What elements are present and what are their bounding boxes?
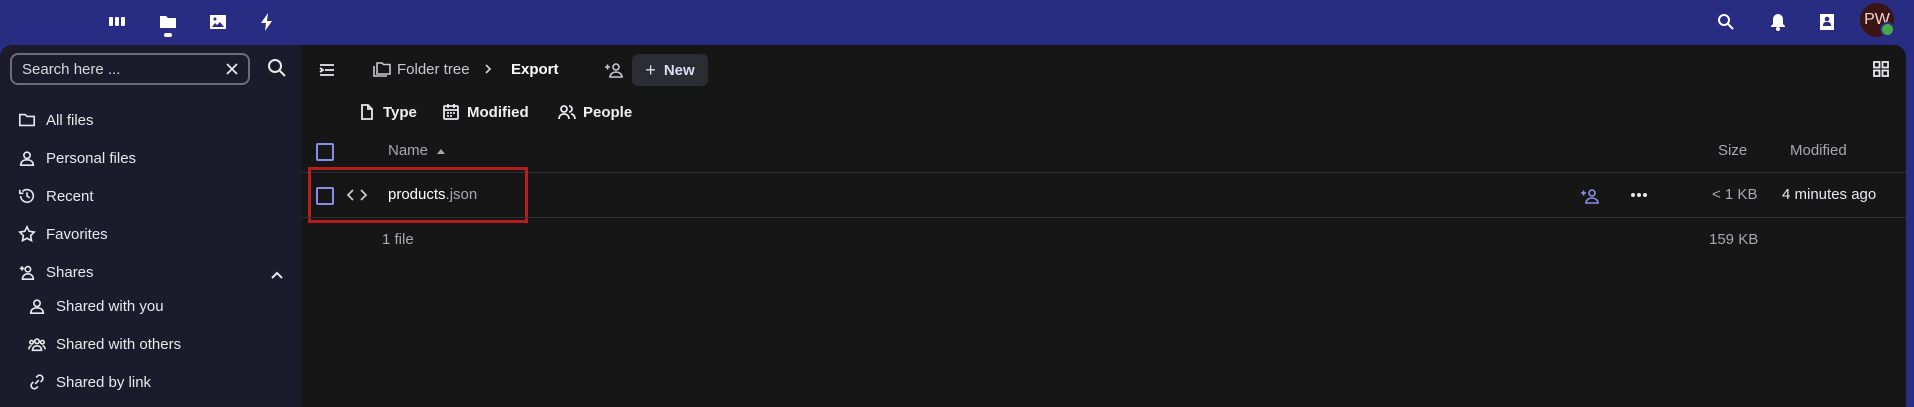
sort-ascending-icon	[437, 148, 446, 154]
folder-tree-icon	[373, 62, 391, 77]
breadcrumb-folder-tree[interactable]: Folder tree	[397, 61, 470, 78]
sidebar-item-label: Shares	[46, 263, 94, 281]
active-app-indicator	[164, 33, 172, 37]
sidebar-item-label: Shared by link	[56, 373, 152, 391]
contacts-icon[interactable]	[1813, 8, 1841, 36]
share-add-icon[interactable]	[604, 60, 624, 80]
chevron-up-icon[interactable]	[268, 267, 286, 285]
sidebar-item-label: All files	[46, 111, 94, 129]
share-add-icon	[19, 265, 35, 281]
files-folder-icon[interactable]	[154, 8, 182, 36]
main-content: Folder tree Export + New Type Modified P…	[302, 45, 1906, 407]
sidebar-item-label: Shared with you	[56, 297, 164, 315]
filter-modified-label: Modified	[467, 103, 529, 121]
sidebar-item-recent[interactable]: Recent	[18, 181, 94, 211]
sidebar: Search here ... All files Personal files…	[0, 45, 302, 407]
file-type-icon	[361, 104, 373, 120]
search-input[interactable]: Search here ...	[10, 53, 250, 85]
sidebar-item-favorites[interactable]: Favorites	[18, 219, 108, 249]
star-icon	[18, 225, 36, 243]
photos-icon[interactable]	[204, 8, 232, 36]
sidebar-item-label: Shared with others	[56, 335, 182, 353]
grid-view-icon[interactable]	[1872, 60, 1890, 78]
total-size-summary: 159 KB	[1709, 231, 1759, 248]
new-button[interactable]: + New	[632, 54, 708, 86]
history-icon	[18, 188, 35, 204]
notifications-bell-icon[interactable]	[1764, 8, 1792, 36]
filter-modified[interactable]: Modified	[442, 101, 529, 123]
online-status-dot	[1880, 22, 1895, 37]
column-header-name[interactable]: Name	[388, 142, 446, 159]
people-icon	[558, 105, 576, 120]
sidebar-item-shared-with-you[interactable]: Shared with you	[28, 291, 164, 321]
file-size: < 1 KB	[1712, 186, 1758, 203]
breadcrumb-current[interactable]: Export	[511, 61, 559, 78]
activity-lightning-icon[interactable]	[253, 8, 281, 36]
people-icon	[28, 338, 46, 352]
column-header-modified[interactable]: Modified	[1790, 142, 1847, 159]
clear-search-icon[interactable]	[224, 61, 240, 77]
sidebar-item-shares[interactable]: Shares	[18, 257, 94, 287]
more-actions-icon[interactable]	[1630, 192, 1648, 198]
sidebar-item-personal-files[interactable]: Personal files	[18, 143, 136, 173]
dashboard-icon[interactable]	[103, 8, 131, 36]
search-icon[interactable]	[1712, 8, 1740, 36]
person-icon	[29, 299, 45, 315]
filter-people-label: People	[583, 103, 633, 121]
selection-highlight	[308, 167, 528, 223]
share-add-icon[interactable]	[1580, 186, 1600, 206]
sidebar-item-label: Recent	[46, 187, 94, 205]
divider	[302, 172, 1906, 173]
file-count-summary: 1 file	[382, 231, 414, 248]
sidebar-search-icon[interactable]	[266, 57, 288, 79]
person-icon	[19, 151, 35, 167]
sidebar-item-shared-by-link[interactable]: Shared by link	[28, 367, 151, 397]
new-button-label: New	[663, 61, 695, 79]
divider	[302, 217, 1906, 218]
sidebar-item-all-files[interactable]: All files	[18, 105, 94, 135]
search-placeholder: Search here ...	[22, 61, 121, 78]
toggle-sidebar-icon[interactable]	[318, 61, 336, 79]
file-modified: 4 minutes ago	[1782, 186, 1877, 203]
calendar-icon	[443, 104, 459, 120]
filter-type-label: Type	[383, 103, 417, 121]
top-navigation-bar: PW	[0, 0, 1914, 45]
chevron-right-icon	[485, 64, 492, 74]
user-avatar[interactable]: PW	[1860, 3, 1895, 37]
plus-icon: +	[645, 59, 656, 80]
sidebar-item-label: Favorites	[46, 225, 108, 243]
filter-type[interactable]: Type	[358, 101, 417, 123]
column-header-name-label: Name	[388, 142, 429, 159]
link-icon	[30, 374, 44, 390]
select-all-checkbox[interactable]	[316, 143, 334, 161]
folder-icon	[18, 113, 36, 127]
column-header-size[interactable]: Size	[1718, 142, 1747, 159]
sidebar-item-shared-with-others[interactable]: Shared with others	[28, 329, 181, 359]
sidebar-item-label: Personal files	[46, 149, 137, 167]
filter-people[interactable]: People	[558, 101, 632, 123]
